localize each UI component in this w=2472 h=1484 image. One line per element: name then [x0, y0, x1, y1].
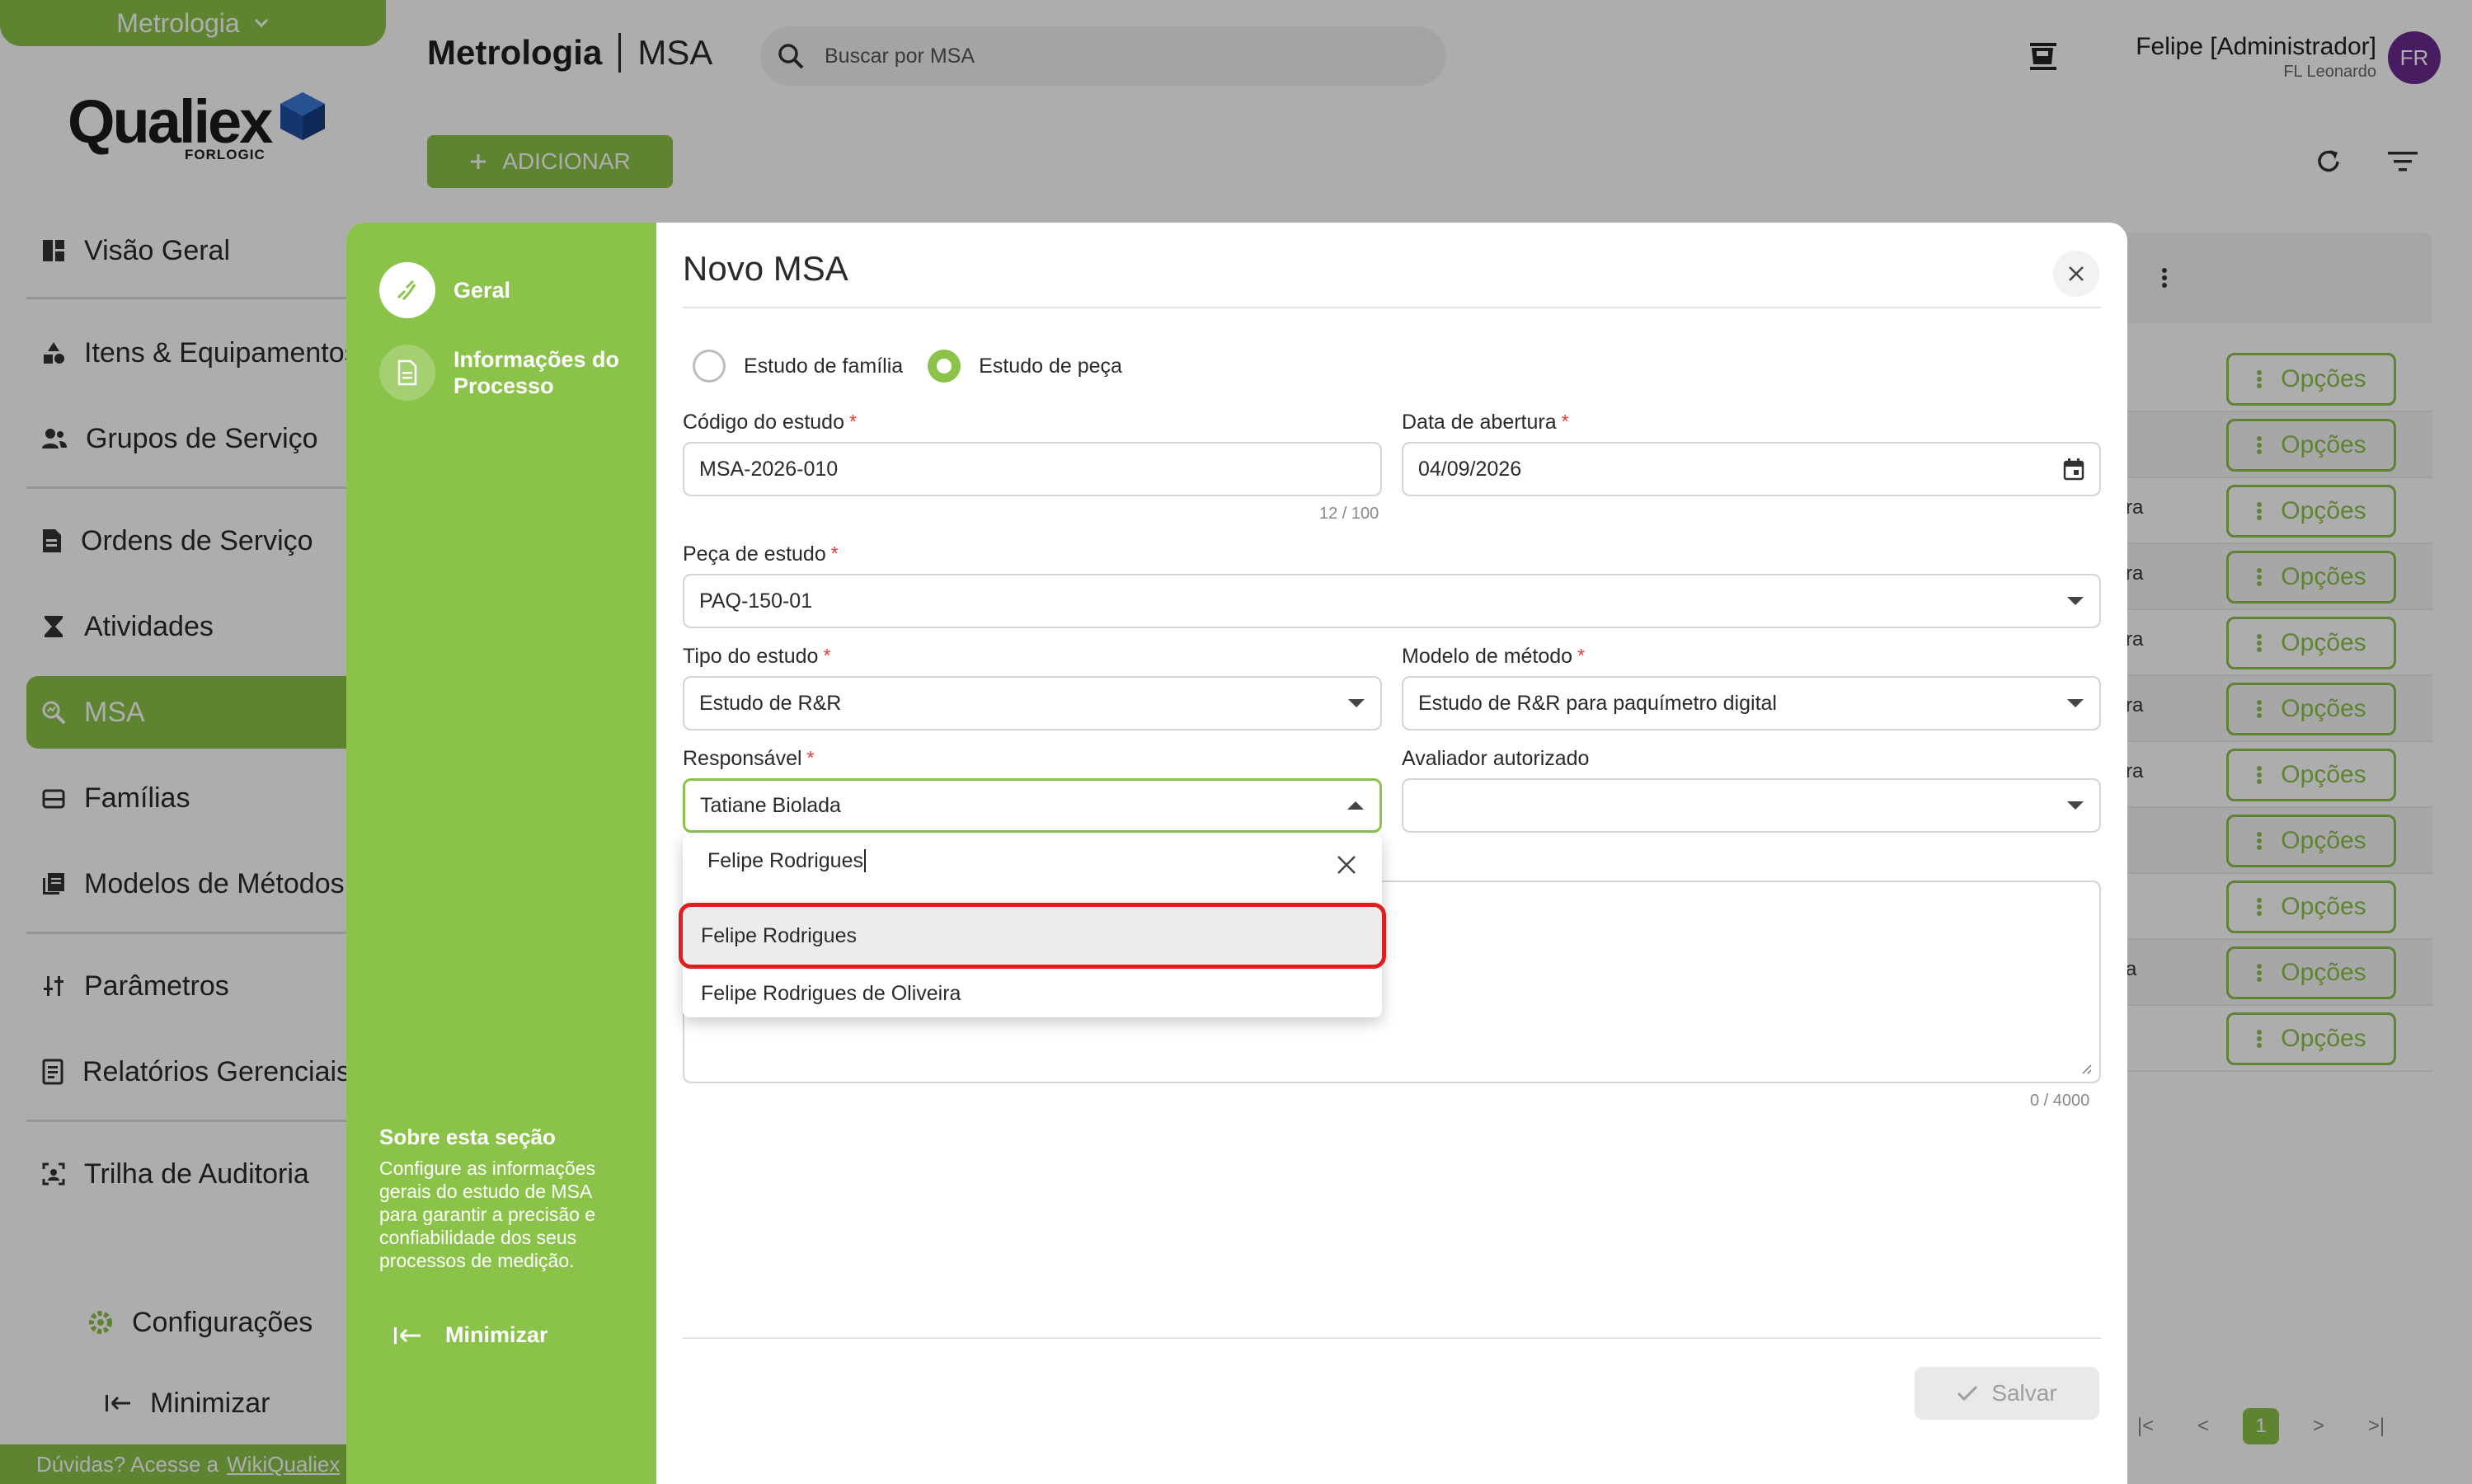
- step-informacoes[interactable]: Informações do Processo: [379, 345, 643, 401]
- divider: [683, 1337, 2101, 1339]
- calendar-icon[interactable]: [2063, 458, 2084, 481]
- about-section: Sobre esta seção Configure as informaçõe…: [379, 1125, 627, 1272]
- dialog-title: Novo MSA: [683, 249, 848, 288]
- link-icon: [397, 279, 416, 301]
- peca-label: Peça de estudo *: [683, 542, 839, 566]
- modelo-value: Estudo de R&R para paquímetro digital: [1418, 691, 1777, 715]
- radio-label-familia: Estudo de família: [744, 354, 904, 378]
- divider: [683, 307, 2101, 308]
- save-button[interactable]: Salvar: [1915, 1367, 2099, 1420]
- dropdown-search-value: Felipe Rodrigues: [707, 849, 863, 872]
- close-button[interactable]: [2053, 251, 2099, 297]
- responsavel-label: Responsável *: [683, 747, 815, 770]
- dialog-minimize-button[interactable]: Minimizar: [392, 1322, 548, 1348]
- document-icon: [397, 359, 417, 386]
- step-label: Geral: [454, 278, 511, 303]
- radio-estudo-peca[interactable]: [928, 350, 961, 383]
- dropdown-option-felipe-rodrigues-oliveira[interactable]: Felipe Rodrigues de Oliveira: [683, 965, 1382, 1022]
- avaliador-select[interactable]: [1402, 778, 2101, 833]
- tipo-value: Estudo de R&R: [699, 691, 842, 715]
- step-geral[interactable]: Geral: [379, 262, 643, 318]
- check-icon: [1957, 1385, 1978, 1402]
- codigo-value: MSA-2026-010: [699, 457, 839, 481]
- study-kind-radio-group: Estudo de família Estudo de peça: [693, 350, 1122, 383]
- caret-up-icon: [1347, 801, 1364, 810]
- step-label: Informações do Processo: [454, 347, 620, 398]
- dialog-step-sidebar: Geral Informações do Processo Sobre esta…: [346, 223, 656, 1484]
- about-title: Sobre esta seção: [379, 1125, 556, 1149]
- codigo-label: Código do estudo *: [683, 411, 857, 434]
- peca-value: PAQ-150-01: [699, 589, 813, 613]
- about-text: Configure as informações gerais do estud…: [379, 1158, 596, 1271]
- responsavel-dropdown: Felipe Rodrigues Felipe Rodrigues Felipe…: [679, 834, 1386, 1017]
- close-icon: [1337, 856, 1356, 874]
- caret-down-icon: [2067, 801, 2084, 810]
- caret-down-icon: [2067, 699, 2084, 707]
- caret-down-icon: [1348, 699, 1365, 707]
- resize-handle-icon[interactable]: [2080, 1062, 2093, 1075]
- responsavel-select[interactable]: Tatiane Biolada: [683, 778, 1382, 833]
- close-icon: [2069, 266, 2084, 281]
- new-msa-dialog: Geral Informações do Processo Sobre esta…: [346, 223, 2127, 1484]
- dialog-minimize-label: Minimizar: [445, 1322, 548, 1347]
- radio-estudo-familia[interactable]: [693, 350, 726, 383]
- data-value: 04/09/2026: [1418, 457, 1522, 481]
- modelo-label: Modelo de método *: [1402, 645, 1586, 668]
- codigo-counter: 12 / 100: [1319, 505, 1379, 523]
- tipo-label: Tipo do estudo *: [683, 645, 831, 668]
- tipo-select[interactable]: Estudo de R&R: [683, 676, 1382, 730]
- textarea-counter: 0 / 4000: [2030, 1092, 2090, 1110]
- step-geral-icon: [379, 262, 435, 318]
- clear-search-button[interactable]: [1326, 844, 1367, 885]
- collapse-left-icon: [394, 1327, 421, 1344]
- peca-select[interactable]: PAQ-150-01: [683, 574, 2101, 628]
- step-informacoes-icon: [379, 345, 435, 401]
- modelo-select[interactable]: Estudo de R&R para paquímetro digital: [1402, 676, 2101, 730]
- radio-label-peca: Estudo de peça: [979, 354, 1122, 378]
- dropdown-option-felipe-rodrigues[interactable]: Felipe Rodrigues: [679, 903, 1386, 969]
- codigo-field[interactable]: MSA-2026-010: [683, 442, 1382, 496]
- save-label: Salvar: [1991, 1380, 2057, 1406]
- responsavel-value: Tatiane Biolada: [700, 793, 841, 817]
- data-abertura-field[interactable]: 04/09/2026: [1402, 442, 2101, 496]
- dropdown-search-input[interactable]: Felipe Rodrigues: [707, 849, 866, 873]
- data-label: Data de abertura *: [1402, 411, 1569, 434]
- caret-down-icon: [2067, 597, 2084, 605]
- avaliador-label: Avaliador autorizado: [1402, 747, 1590, 770]
